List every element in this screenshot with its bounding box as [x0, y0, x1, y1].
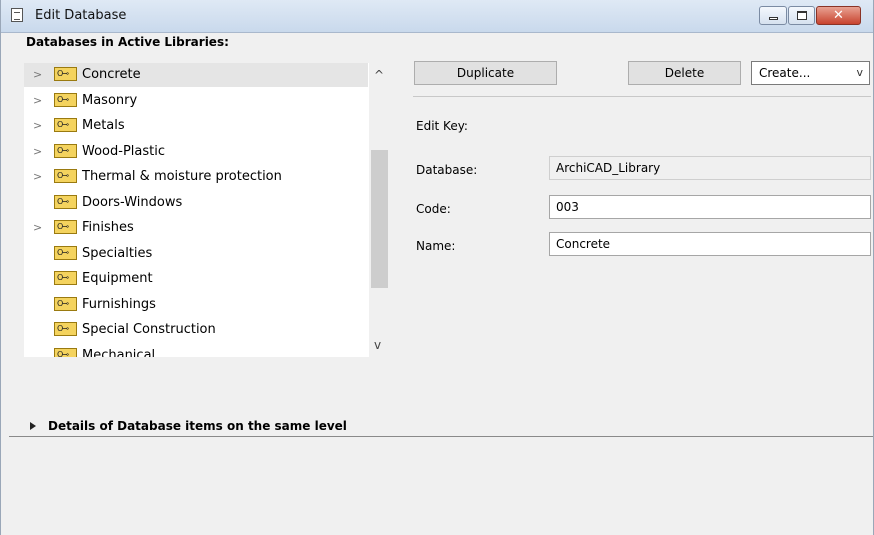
scroll-down-icon[interactable]: v	[374, 338, 381, 352]
tree-item-label: Furnishings	[82, 296, 156, 312]
scroll-thumb[interactable]	[371, 150, 388, 288]
tree-item[interactable]: > Metals	[24, 114, 368, 138]
maximize-icon	[797, 11, 807, 20]
database-folder-icon	[54, 143, 77, 158]
edit-database-window: Edit Database ✕ Databases in Active Libr…	[0, 0, 874, 535]
database-folder-icon	[54, 220, 77, 234]
minimize-button[interactable]	[759, 6, 787, 25]
database-field: ArchiCAD_Library	[549, 156, 871, 180]
tree-item-label: Thermal & moisture protection	[82, 169, 282, 184]
duplicate-button[interactable]: Duplicate	[414, 61, 557, 85]
scroll-up-icon[interactable]: ^	[374, 68, 384, 82]
tree-item[interactable]: Furnishings	[24, 293, 368, 317]
database-folder-icon	[54, 169, 77, 183]
tree-heading: Databases in Active Libraries:	[26, 35, 229, 49]
delete-button[interactable]: Delete	[628, 61, 741, 85]
database-label: Database:	[416, 163, 478, 177]
close-button[interactable]: ✕	[816, 6, 861, 25]
database-app-icon	[11, 8, 23, 22]
database-tree[interactable]: > Concrete > Masonry > Metals > Wood-Plastic > Th…	[24, 63, 390, 357]
database-folder-icon	[54, 296, 77, 311]
tree-item[interactable]: > Finishes	[24, 216, 368, 240]
tree-item-label: Wood-Plastic	[82, 143, 165, 159]
tree-item-label: Special Construction	[82, 322, 216, 337]
tree-item[interactable]: Special Construction	[24, 318, 368, 342]
create-dropdown[interactable]: Create... v	[751, 61, 870, 85]
tree-item[interactable]: Doors-Windows	[24, 191, 368, 215]
database-folder-icon	[54, 194, 77, 209]
tree-item[interactable]: Specialties	[24, 242, 368, 266]
tree-item-label: Mechanical	[82, 347, 156, 358]
tree-item[interactable]: > Thermal & moisture protection	[24, 165, 368, 189]
chevron-right-icon[interactable]: >	[33, 221, 42, 234]
chevron-right-icon[interactable]: >	[33, 145, 42, 158]
edit-key-label: Edit Key:	[416, 119, 468, 133]
chevron-right-icon[interactable]: >	[33, 68, 42, 81]
details-label: Details of Database items on the same le…	[48, 419, 347, 433]
maximize-button[interactable]	[788, 6, 815, 25]
title-bar: Edit Database ✕	[1, 0, 873, 33]
tree-item-label: Specialties	[82, 245, 153, 261]
database-folder-icon	[54, 347, 77, 357]
database-folder-icon	[54, 271, 77, 285]
chevron-right-icon[interactable]: >	[33, 170, 42, 183]
chevron-right-icon[interactable]: >	[33, 119, 42, 132]
tree-item[interactable]: Equipment	[24, 267, 368, 291]
tree-scrollbar[interactable]: ^ v	[369, 63, 390, 357]
tree-item-label: Masonry	[82, 92, 138, 108]
tree-item[interactable]: Mechanical	[24, 344, 368, 358]
database-folder-icon	[54, 245, 77, 260]
code-field[interactable]: 003	[549, 195, 871, 219]
minimize-icon	[769, 17, 778, 20]
create-dropdown-value: Create...	[759, 66, 811, 80]
window-title: Edit Database	[35, 8, 127, 23]
chevron-down-icon: v	[856, 66, 863, 79]
tree-item[interactable]: > Masonry	[24, 89, 368, 113]
name-field[interactable]: Concrete	[549, 232, 871, 256]
chevron-right-icon[interactable]: >	[33, 94, 42, 107]
details-expander[interactable]: Details of Database items on the same le…	[28, 418, 873, 438]
divider	[413, 96, 871, 97]
database-folder-icon	[54, 92, 77, 107]
code-label: Code:	[416, 202, 451, 216]
database-folder-icon	[54, 322, 77, 336]
close-icon: ✕	[833, 8, 844, 23]
tree-item-label: Concrete	[82, 67, 141, 82]
tree-item-label: Equipment	[82, 271, 153, 286]
expand-triangle-icon	[30, 422, 36, 430]
tree-item[interactable]: > Concrete	[24, 63, 368, 87]
name-label: Name:	[416, 239, 456, 253]
tree-item-label: Metals	[82, 118, 125, 133]
tree-item-label: Finishes	[82, 220, 134, 235]
database-folder-icon	[54, 118, 77, 132]
tree-item-label: Doors-Windows	[82, 194, 183, 210]
database-folder-icon	[54, 67, 77, 81]
details-divider	[9, 436, 873, 437]
tree-item[interactable]: > Wood-Plastic	[24, 140, 368, 164]
